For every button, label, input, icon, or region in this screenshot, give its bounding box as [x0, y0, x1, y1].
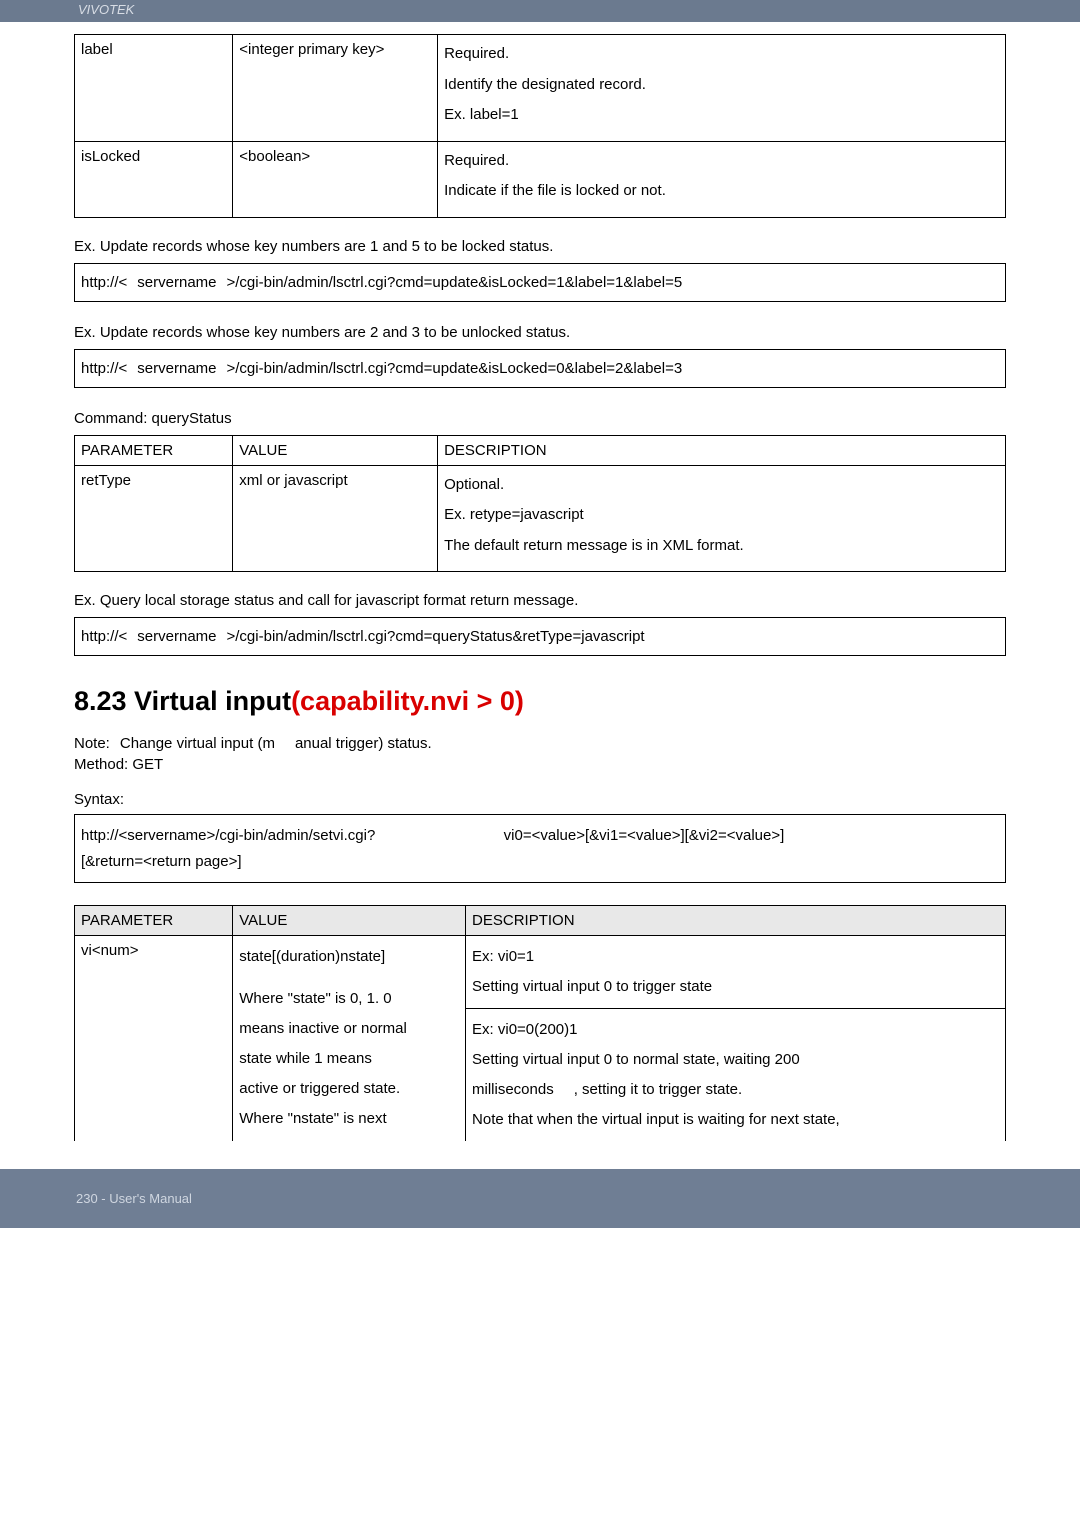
table-row: label <integer primary key> Required. Id…: [75, 35, 1006, 142]
syntax-box: http://<servername>/cgi-bin/admin/setvi.…: [74, 814, 1006, 883]
desc-line: The default return message is in XML for…: [444, 535, 999, 558]
param-name: vi<num>: [75, 936, 233, 1142]
param-desc: Ex: vi0=0(200)1 Setting virtual input 0 …: [466, 1009, 1006, 1142]
brand-header: VIVOTEK: [0, 0, 1080, 22]
desc-line: Required.: [444, 43, 999, 66]
syntax-part: http://<servername>/cgi-bin/admin/setvi.…: [81, 827, 375, 844]
desc-line: milliseconds , setting it to trigger stat…: [472, 1075, 999, 1105]
desc-line: Ex. retype=javascript: [444, 504, 999, 527]
col-header: DESCRIPTION: [438, 435, 1006, 465]
note-text: Change virtual input (m: [120, 735, 275, 752]
desc-line: Ex. label=1: [444, 104, 999, 127]
table-row: vi<num> state[(duration)nstate] Where "s…: [75, 936, 1006, 1009]
note-text: anual trigger) status.: [295, 735, 432, 752]
param-value: <integer primary key>: [233, 35, 438, 142]
desc-line: Required.: [444, 150, 999, 173]
desc-line: Identify the designated record.: [444, 74, 999, 97]
desc-part: , setting it to trigger state.: [574, 1081, 742, 1098]
cmd-part: http://<: [81, 274, 127, 291]
col-header: VALUE: [233, 906, 466, 936]
brand-name: VIVOTEK: [0, 0, 1080, 17]
col-header: VALUE: [233, 435, 438, 465]
footer-text: 230 - User's Manual: [76, 1191, 192, 1206]
desc-line: Indicate if the file is locked or not.: [444, 180, 999, 203]
page-content: label <integer primary key> Required. Id…: [0, 34, 1080, 1141]
cmd-part: >/cgi-bin/admin/lsctrl.cgi?cmd=queryStat…: [227, 628, 645, 645]
desc-line: Setting virtual input 0 to normal state,…: [472, 1045, 999, 1075]
desc-part: milliseconds: [472, 1081, 554, 1098]
syntax-label: Syntax:: [74, 791, 1006, 808]
params-table-1: label <integer primary key> Required. Id…: [74, 34, 1006, 218]
table-header-row: PARAMETER VALUE DESCRIPTION: [75, 906, 1006, 936]
syntax-part: vi0=<value>[&vi1=<value>][&vi2=<value>]: [504, 827, 785, 844]
desc-line: Note that when the virtual input is wait…: [472, 1105, 999, 1135]
command-box: http://< servername >/cgi-bin/admin/lsctrl…: [74, 263, 1006, 302]
page-footer: 230 - User's Manual: [0, 1169, 1080, 1228]
syntax-line: http://<servername>/cgi-bin/admin/setvi.…: [81, 823, 999, 849]
params-table-3: PARAMETER VALUE DESCRIPTION vi<num> stat…: [74, 905, 1006, 1141]
param-desc: Required. Indicate if the file is locked…: [438, 141, 1006, 217]
param-value: state[(duration)nstate] Where "state" is…: [233, 936, 466, 1142]
syntax-line: [&return=<return page>]: [81, 849, 999, 875]
cmd-part: >/cgi-bin/admin/lsctrl.cgi?cmd=update&is…: [227, 360, 683, 377]
cmd-part: servername: [137, 360, 216, 377]
desc-line: Setting virtual input 0 to trigger state: [472, 972, 999, 1002]
param-name: label: [75, 35, 233, 142]
example-label: Ex. Update records whose key numbers are…: [74, 324, 1006, 341]
value-line: state while 1 means: [239, 1044, 459, 1074]
desc-line: Optional.: [444, 474, 999, 497]
desc-line: Ex: vi0=1: [472, 942, 999, 972]
table-row: isLocked <boolean> Required. Indicate if…: [75, 141, 1006, 217]
spacer: [239, 972, 459, 984]
param-desc: Optional. Ex. retype=javascript The defa…: [438, 465, 1006, 572]
cmd-part: servername: [137, 628, 216, 645]
value-line: means inactive or normal: [239, 1014, 459, 1044]
param-name: isLocked: [75, 141, 233, 217]
command-box: http://< servername >/cgi-bin/admin/lsctrl…: [74, 349, 1006, 388]
cmd-part: http://<: [81, 360, 127, 377]
example-label: Ex. Update records whose key numbers are…: [74, 238, 1006, 255]
table-row: retType xml or javascript Optional. Ex. …: [75, 465, 1006, 572]
param-value: xml or javascript: [233, 465, 438, 572]
cmd-part: servername: [137, 274, 216, 291]
table-header-row: PARAMETER VALUE DESCRIPTION: [75, 435, 1006, 465]
param-value: <boolean>: [233, 141, 438, 217]
col-header: DESCRIPTION: [466, 906, 1006, 936]
param-desc: Required. Identify the designated record…: [438, 35, 1006, 142]
example-label: Ex. Query local storage status and call …: [74, 592, 1006, 609]
section-heading: 8.23 Virtual input(capability.nvi > 0): [74, 686, 1006, 717]
heading-highlight: (capability.nvi > 0): [291, 686, 524, 716]
value-line: Where "nstate" is next: [239, 1104, 459, 1134]
value-line: Where "state" is 0, 1. 0: [239, 984, 459, 1014]
command-box: http://< servername >/cgi-bin/admin/lsctrl…: [74, 617, 1006, 656]
param-desc: Ex: vi0=1 Setting virtual input 0 to tri…: [466, 936, 1006, 1009]
col-header: PARAMETER: [75, 435, 233, 465]
note-line: Note: Change virtual input (m anual trigge…: [74, 735, 1006, 752]
cmd-part: http://<: [81, 628, 127, 645]
cmd-part: >/cgi-bin/admin/lsctrl.cgi?cmd=update&is…: [227, 274, 683, 291]
col-header: PARAMETER: [75, 906, 233, 936]
params-table-2: PARAMETER VALUE DESCRIPTION retType xml …: [74, 435, 1006, 573]
value-line: state[(duration)nstate]: [239, 942, 459, 972]
desc-line: Ex: vi0=0(200)1: [472, 1015, 999, 1045]
command-label: Command: queryStatus: [74, 410, 1006, 427]
param-name: retType: [75, 465, 233, 572]
note-label: Note:: [74, 735, 110, 752]
heading-text: 8.23 Virtual input: [74, 686, 291, 716]
method-line: Method: GET: [74, 756, 1006, 773]
value-line: active or triggered state.: [239, 1074, 459, 1104]
